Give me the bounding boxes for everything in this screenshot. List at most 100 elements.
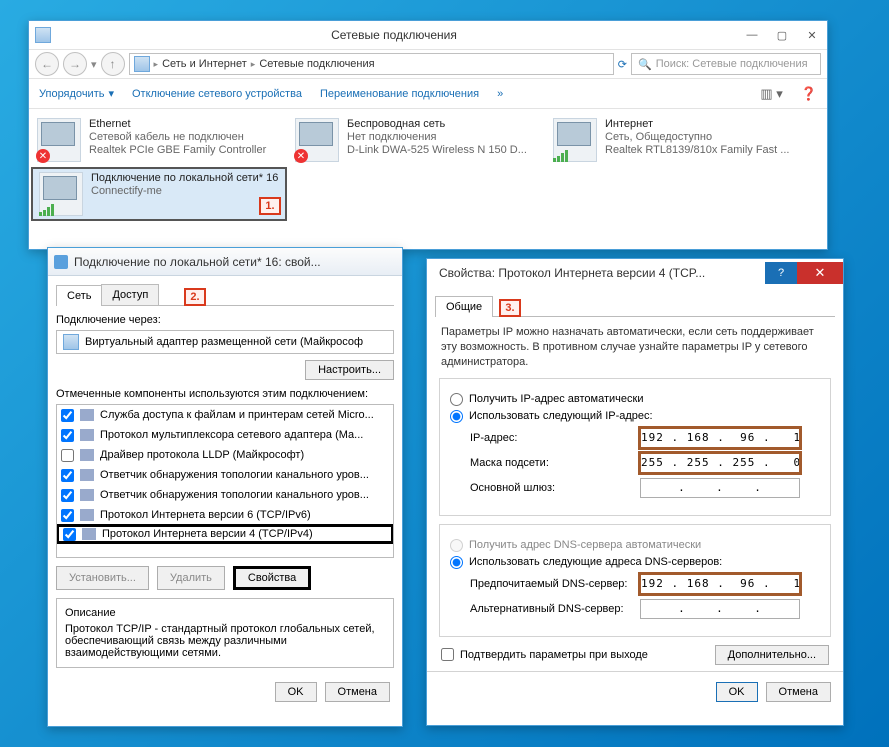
chevron-right-icon: ▸ xyxy=(154,59,159,70)
list-item[interactable]: Служба доступа к файлам и принтерам сете… xyxy=(57,405,393,425)
ip-fieldset: Получить IP-адрес автоматически Использо… xyxy=(439,378,831,516)
configure-button[interactable]: Настроить... xyxy=(305,360,394,380)
checkbox[interactable] xyxy=(61,409,74,422)
checkbox[interactable] xyxy=(61,449,74,462)
checkbox[interactable] xyxy=(61,489,74,502)
back-button[interactable]: ← xyxy=(35,52,59,76)
search-placeholder: Поиск: Сетевые подключения xyxy=(656,58,808,70)
radio-auto-dns[interactable]: Получить адрес DNS-сервера автоматически xyxy=(450,539,820,552)
preferred-dns-input[interactable] xyxy=(640,574,800,594)
connection-item-local[interactable]: Подключение по локальной сети* 16 Connec… xyxy=(31,167,287,221)
search-input[interactable]: 🔍 Поиск: Сетевые подключения xyxy=(631,53,821,75)
cancel-button[interactable]: Отмена xyxy=(325,682,390,702)
conn-device: D-Link DWA-525 Wireless N 150 D... xyxy=(347,144,527,156)
component-icon xyxy=(80,469,94,481)
chevron-right-icon: ▸ xyxy=(251,59,256,70)
adapter-icon: ✕ xyxy=(295,118,339,162)
tab-network[interactable]: Сеть xyxy=(56,285,102,306)
list-item[interactable]: Протокол мультиплексора сетевого адаптер… xyxy=(57,425,393,445)
search-icon: 🔍 xyxy=(638,58,652,71)
callout-3: 3. xyxy=(499,299,521,317)
properties-button[interactable]: Свойства xyxy=(233,566,311,590)
refresh-icon[interactable]: ⟳ xyxy=(618,58,627,71)
alternate-dns-input[interactable] xyxy=(640,599,800,619)
disable-device-button[interactable]: Отключение сетевого устройства xyxy=(132,88,302,100)
subnet-mask-input[interactable] xyxy=(640,453,800,473)
more-menu[interactable]: » xyxy=(497,88,503,100)
install-button[interactable]: Установить... xyxy=(56,566,149,590)
adapter-icon: ✕ xyxy=(37,118,81,162)
maximize-button[interactable]: ▢ xyxy=(767,24,797,46)
connection-properties-dialog: Подключение по локальной сети* 16: свой.… xyxy=(47,247,403,727)
signal-icon xyxy=(39,204,55,216)
cancel-button[interactable]: Отмена xyxy=(766,682,831,702)
component-icon xyxy=(82,528,96,540)
component-icon xyxy=(80,449,94,461)
checkbox[interactable] xyxy=(61,469,74,482)
up-button[interactable]: ↑ xyxy=(101,52,125,76)
component-icon xyxy=(80,489,94,501)
conn-name: Подключение по локальной сети* 16 xyxy=(91,172,278,184)
list-item-ipv4[interactable]: Протокол Интернета версии 4 (TCP/IPv4) xyxy=(56,524,394,544)
breadcrumb-seg[interactable]: Сеть и Интернет xyxy=(162,58,247,70)
validate-label: Подтвердить параметры при выходе xyxy=(460,649,648,661)
mask-label: Маска подсети: xyxy=(470,457,640,469)
dialog-title: Подключение по локальной сети* 16: свой.… xyxy=(74,255,402,269)
adapter-icon xyxy=(63,334,79,350)
minimize-button[interactable]: — xyxy=(737,24,767,46)
tabs: Сеть Доступ xyxy=(56,284,394,306)
connection-item-ethernet[interactable]: ✕ Ethernet Сетевой кабель не подключен R… xyxy=(31,115,287,165)
conn-status: Сетевой кабель не подключен xyxy=(89,131,266,143)
callout-1: 1. xyxy=(259,197,281,215)
conn-status: Нет подключения xyxy=(347,131,527,143)
radio[interactable] xyxy=(450,393,463,406)
forward-button[interactable]: → xyxy=(63,52,87,76)
gateway-input[interactable] xyxy=(640,478,800,498)
connection-item-internet[interactable]: Интернет Сеть, Общедоступно Realtek RTL8… xyxy=(547,115,803,165)
component-icon xyxy=(80,409,94,421)
radio[interactable] xyxy=(450,410,463,423)
radio-use-dns[interactable]: Использовать следующие адреса DNS-сервер… xyxy=(450,556,820,569)
list-item[interactable]: Протокол Интернета версии 6 (TCP/IPv6) xyxy=(57,505,393,525)
tab-general[interactable]: Общие xyxy=(435,296,493,317)
folder-icon xyxy=(134,56,150,72)
radio[interactable] xyxy=(450,556,463,569)
ok-button[interactable]: OK xyxy=(275,682,317,702)
signal-icon xyxy=(553,150,569,162)
tab-sharing[interactable]: Доступ xyxy=(101,284,159,305)
components-list[interactable]: Служба доступа к файлам и принтерам сете… xyxy=(56,404,394,558)
remove-button[interactable]: Удалить xyxy=(157,566,225,590)
close-button[interactable]: ✕ xyxy=(797,24,827,46)
list-item[interactable]: Ответчик обнаружения топологии канальног… xyxy=(57,465,393,485)
list-item[interactable]: Драйвер протокола LLDP (Майкрософт) xyxy=(57,445,393,465)
conn-device: Connectify-me xyxy=(91,185,278,197)
chevron-down-icon[interactable]: ▾ xyxy=(91,58,97,71)
description-title: Описание xyxy=(65,607,385,619)
dns1-label: Предпочитаемый DNS-сервер: xyxy=(470,578,640,590)
radio-auto-ip[interactable]: Получить IP-адрес автоматически xyxy=(450,393,820,406)
breadcrumb[interactable]: ▸ Сеть и Интернет ▸ Сетевые подключения xyxy=(129,53,614,75)
breadcrumb-seg[interactable]: Сетевые подключения xyxy=(259,58,374,70)
help-icon[interactable]: ❓ xyxy=(801,86,817,102)
advanced-button[interactable]: Дополнительно... xyxy=(715,645,829,665)
checkbox[interactable] xyxy=(63,528,76,541)
navbar: ← → ▾ ↑ ▸ Сеть и Интернет ▸ Сетевые подк… xyxy=(29,49,827,79)
organize-menu[interactable]: Упорядочить▾ xyxy=(39,87,114,100)
radio-use-ip[interactable]: Использовать следующий IP-адрес: xyxy=(450,410,820,423)
list-item[interactable]: Ответчик обнаружения топологии канальног… xyxy=(57,485,393,505)
help-button[interactable]: ? xyxy=(765,262,797,284)
callout-2: 2. xyxy=(184,288,206,306)
connection-item-wifi[interactable]: ✕ Беспроводная сеть Нет подключения D-Li… xyxy=(289,115,545,165)
ip-address-input[interactable] xyxy=(640,428,800,448)
dns-fieldset: Получить адрес DNS-сервера автоматически… xyxy=(439,524,831,637)
tabs: Общие xyxy=(435,295,835,317)
adapter-icon xyxy=(553,118,597,162)
checkbox[interactable] xyxy=(61,429,74,442)
checkbox[interactable] xyxy=(61,509,74,522)
view-icon[interactable]: ▥ ▾ xyxy=(760,86,782,102)
validate-checkbox[interactable] xyxy=(441,648,454,661)
ok-button[interactable]: OK xyxy=(716,682,758,702)
close-button[interactable]: ✕ xyxy=(797,262,843,284)
conn-name: Интернет xyxy=(605,118,789,130)
rename-connection-button[interactable]: Переименование подключения xyxy=(320,88,479,100)
